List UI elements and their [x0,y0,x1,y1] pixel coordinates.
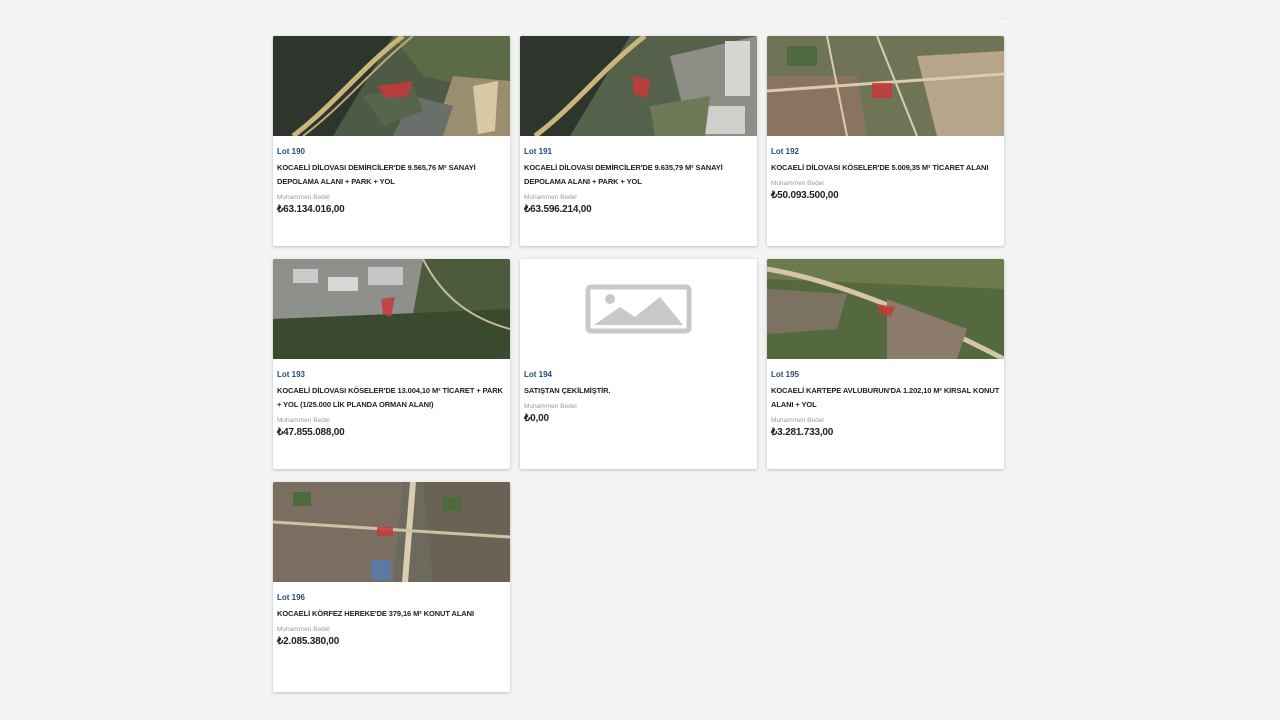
lot-grid: Lot 190 KOCAELİ DİLOVASI DEMİRCİLER'DE 9… [273,36,1004,692]
price-label: Muhammen Bedel [524,403,577,410]
lot-price: ₺63.596.214,00 [524,204,592,215]
price-label: Muhammen Bedel [277,417,330,424]
lot-card-195[interactable]: Lot 195 KOCAELİ KARTEPE AVLUBURUN'DA 1.2… [767,259,1004,469]
price-label: Muhammen Bedel [277,626,330,633]
lot-image[interactable] [767,36,1004,136]
lot-number: Lot 196 [277,593,306,602]
price-label: Muhammen Bedel [524,194,577,201]
satellite-map-image [273,482,510,582]
satellite-map-image [520,36,757,136]
lot-image[interactable] [273,36,510,136]
lot-price: ₺50.093.500,00 [771,190,839,201]
lot-title[interactable]: KOCAELİ DİLOVASI DEMİRCİLER'DE 9.635,79 … [524,161,753,189]
price-label: Muhammen Bedel [771,417,824,424]
lot-image[interactable] [273,482,510,582]
satellite-map-image [273,36,510,136]
lot-number: Lot 190 [277,147,306,156]
lot-card-194[interactable]: Lot 194 SATIŞTAN ÇEKİLMİŞTİR. Muhammen B… [520,259,757,469]
lot-price: ₺3.281.733,00 [771,427,834,438]
lot-price: ₺2.085.380,00 [277,636,340,647]
lot-number: Lot 191 [524,147,553,156]
lot-card-196[interactable]: Lot 196 KOCAELİ KÖRFEZ HEREKE'DE 379,16 … [273,482,510,692]
decorative-line [997,18,1007,19]
lot-title[interactable]: KOCAELİ KÖRFEZ HEREKE'DE 379,16 M² KONUT… [277,607,506,621]
lot-image[interactable] [520,36,757,136]
image-placeholder-icon [585,284,692,334]
lot-price: ₺0,00 [524,413,549,424]
lot-title[interactable]: KOCAELİ KARTEPE AVLUBURUN'DA 1.202,10 M²… [771,384,1000,412]
satellite-map-image [767,36,1004,136]
price-label: Muhammen Bedel [771,180,824,187]
lot-price: ₺63.134.016,00 [277,204,345,215]
lot-image[interactable] [520,259,757,359]
lot-card-193[interactable]: Lot 193 KOCAELİ DİLOVASI KÖSELER'DE 13.0… [273,259,510,469]
lot-number: Lot 195 [771,370,800,379]
price-label: Muhammen Bedel [277,194,330,201]
lot-number: Lot 193 [277,370,306,379]
lot-card-191[interactable]: Lot 191 KOCAELİ DİLOVASI DEMİRCİLER'DE 9… [520,36,757,246]
lot-image[interactable] [273,259,510,359]
lot-price: ₺47.855.088,00 [277,427,345,438]
lot-number: Lot 192 [771,147,800,156]
lot-title[interactable]: SATIŞTAN ÇEKİLMİŞTİR. [524,384,753,398]
satellite-map-image [273,259,510,359]
lot-title[interactable]: KOCAELİ DİLOVASI KÖSELER'DE 5.009,35 M² … [771,161,1000,175]
lot-card-192[interactable]: Lot 192 KOCAELİ DİLOVASI KÖSELER'DE 5.00… [767,36,1004,246]
lot-title[interactable]: KOCAELİ DİLOVASI KÖSELER'DE 13.004,10 M²… [277,384,506,412]
satellite-map-image [767,259,1004,359]
lot-card-190[interactable]: Lot 190 KOCAELİ DİLOVASI DEMİRCİLER'DE 9… [273,36,510,246]
lot-image[interactable] [767,259,1004,359]
lot-title[interactable]: KOCAELİ DİLOVASI DEMİRCİLER'DE 9.565,76 … [277,161,506,189]
lot-number: Lot 194 [524,370,553,379]
